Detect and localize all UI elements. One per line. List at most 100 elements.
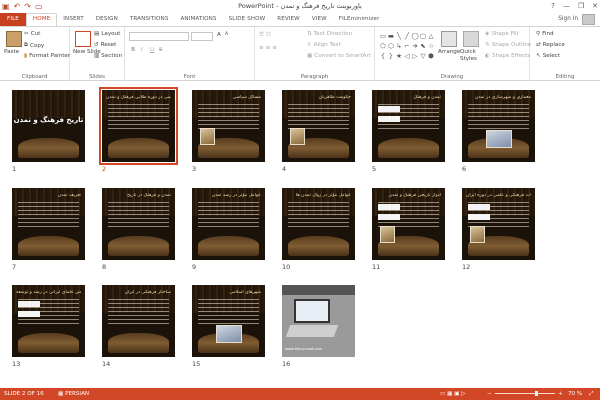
bullets-button[interactable]: ☰ ☷ [259, 32, 271, 38]
slide-thumbnail[interactable]: شهرهای اسلامی [192, 285, 265, 357]
zoom-level[interactable]: 70 % [568, 388, 582, 400]
quick-styles-icon[interactable] [463, 31, 479, 47]
slide-thumbnail[interactable]: تحولات فرهنگی و علمی در دوره ایران [462, 188, 535, 260]
shape-option[interactable]: ▢ [419, 31, 427, 41]
convert-smartart-button[interactable]: ▦ Convert to SmartArt [307, 53, 371, 59]
underline-button[interactable]: U [150, 47, 154, 53]
format-painter-button[interactable]: ▮ Format Painter [24, 53, 70, 59]
shape-option[interactable]: ▷ [411, 51, 419, 61]
shape-option[interactable]: ▽ [419, 51, 427, 61]
slide-thumbnail[interactable]: معماری و شهرسازی در تمدن [462, 90, 535, 162]
tab-file[interactable]: FILE [0, 13, 26, 26]
shape-fill-button[interactable]: ◈ Shape Fill [485, 31, 518, 37]
tab-animations[interactable]: ANIMATIONS [174, 13, 222, 26]
copy-button[interactable]: ⧉ Copy [24, 42, 44, 49]
slide-thumbnail[interactable]: ساختار فرهنگی در ایران [102, 285, 175, 357]
slide-thumbnail[interactable]: عوامل مؤثر در رشد تمدن [192, 188, 265, 260]
slide-thumbnail[interactable]: تعريف تمدن [12, 188, 85, 260]
language-indicator[interactable]: ▦ PERSIAN [58, 388, 89, 400]
reading-view-icon[interactable]: ▣ [454, 391, 459, 397]
slide-thumbnail[interactable]: www.filecyrasat.com [282, 285, 355, 357]
shape-option[interactable]: ⬉ [419, 41, 427, 51]
find-button[interactable]: ⚲ Find [536, 31, 554, 37]
slide-thumbnail[interactable]: تاريخ فرهنگ و تمدن [12, 90, 85, 162]
cut-button[interactable]: ✂ Cut [24, 31, 40, 37]
fit-to-window-icon[interactable]: ⤢ [589, 388, 593, 400]
align-text-button[interactable]: ⇳ Align Text [307, 42, 341, 48]
shapes-gallery[interactable]: ▭ ▬ ╲ ╱ ◯ ▢ △ ⬠ ⬡ ↳ ⌐ ➔ ⬉ ☆ {} ★ ◁ ▷ ▽ ⬢ [379, 31, 435, 61]
tab-fileminimizer[interactable]: FILEminimizer [333, 13, 386, 26]
zoom-slider-thumb[interactable] [535, 391, 538, 396]
strikethrough-button[interactable]: S [159, 47, 163, 53]
italic-button[interactable]: I [141, 47, 143, 53]
shape-option[interactable]: ╱ [403, 31, 411, 41]
zoom-out-button[interactable]: − [487, 388, 492, 400]
arrange-icon[interactable] [441, 31, 457, 47]
shape-option[interactable]: ⬠ [379, 41, 387, 51]
shape-option[interactable]: ⬡ [387, 41, 395, 51]
view-buttons[interactable]: ▭ ▦ ▣ ▷ [440, 388, 466, 400]
zoom-in-button[interactable]: + [558, 388, 563, 400]
slide-thumbnail[interactable]: نقش علمای ایرانی در رشد و توسعه [12, 285, 85, 357]
shape-option[interactable]: { [379, 51, 387, 61]
tab-home[interactable]: HOME [25, 13, 58, 26]
reset-button[interactable]: ↺ Reset [94, 42, 116, 48]
shape-option[interactable]: ◯ [411, 31, 419, 41]
grow-font-button[interactable]: A [217, 32, 221, 38]
copy-icon: ⧉ [24, 42, 28, 48]
slide-thumbnail[interactable]: مشخصات علمی در دوره طلایی فرهنگ و تمدن [99, 87, 178, 165]
shape-option[interactable]: △ [427, 31, 435, 41]
shape-option[interactable]: } [387, 51, 395, 61]
align-buttons[interactable]: ≡ ≡ ≡ [259, 45, 277, 51]
shape-option[interactable]: ╲ [395, 31, 403, 41]
replace-button[interactable]: ⇄ Replace [536, 42, 565, 48]
shape-option[interactable]: ◁ [403, 51, 411, 61]
sign-in-link[interactable]: Sign in [558, 16, 578, 22]
minimize-button[interactable]: — [563, 0, 570, 12]
avatar[interactable] [582, 14, 595, 25]
shape-option[interactable]: ⌐ [403, 41, 411, 51]
shape-outline-button[interactable]: ✎ Shape Outline [485, 42, 531, 48]
layout-button[interactable]: ▤ Layout [94, 31, 120, 37]
arrange-button[interactable]: Arrange [438, 49, 460, 55]
tab-review[interactable]: REVIEW [271, 13, 306, 26]
tab-slide-show[interactable]: SLIDE SHOW [223, 13, 272, 26]
maximize-button[interactable]: ❐ [578, 0, 584, 12]
new-slide-icon[interactable] [75, 31, 91, 47]
normal-view-icon[interactable]: ▭ [440, 391, 445, 397]
shape-option[interactable]: ➔ [411, 41, 419, 51]
shape-option[interactable]: ☆ [427, 41, 435, 51]
slide-thumbnail[interactable]: حکومت طاهریان [282, 90, 355, 162]
zoom-slider[interactable] [495, 391, 555, 396]
quick-styles-button[interactable]: Quick Styles [460, 49, 482, 63]
tab-transitions[interactable]: TRANSITIONS [124, 13, 175, 26]
shrink-font-button[interactable]: A [225, 32, 228, 37]
slide-thumbnail[interactable]: مسائل سیاسی [192, 90, 265, 162]
shape-option[interactable]: ★ [395, 51, 403, 61]
font-size-field[interactable] [191, 32, 213, 41]
paste-button[interactable]: Paste [4, 49, 19, 55]
section-button[interactable]: ▥ Section [94, 53, 122, 59]
slide-thumbnail[interactable]: تمدن و فرهنگ [372, 90, 445, 162]
sorter-view-icon[interactable]: ▦ [447, 391, 452, 397]
select-button[interactable]: ↖ Select [536, 53, 560, 59]
paste-icon[interactable] [6, 31, 22, 47]
help-button[interactable]: ? [551, 0, 555, 12]
shape-option[interactable]: ▬ [387, 31, 395, 41]
text-direction-button[interactable]: ⇅ Text Direction [307, 31, 352, 37]
shape-effects-button[interactable]: ◐ Shape Effects [485, 53, 530, 59]
slide-callout-box [378, 116, 400, 122]
font-name-field[interactable] [129, 32, 189, 41]
slideshow-view-icon[interactable]: ▷ [461, 391, 465, 397]
slide-thumbnail[interactable]: عوامل مؤثر در زوال تمدن ها [282, 188, 355, 260]
slide-thumbnail[interactable]: تمدن و فرهنگ در تاریخ [102, 188, 175, 260]
shape-option[interactable]: ▭ [379, 31, 387, 41]
tab-view[interactable]: VIEW [306, 13, 333, 26]
shape-option[interactable]: ↳ [395, 41, 403, 51]
shape-option[interactable]: ⬢ [427, 51, 435, 61]
close-button[interactable]: ✕ [592, 0, 598, 12]
slide-thumbnail[interactable]: ادوار تاریخی فرهنگ و تمدن [372, 188, 445, 260]
bold-button[interactable]: B [131, 47, 135, 53]
tab-insert[interactable]: INSERT [57, 13, 89, 26]
tab-design[interactable]: DESIGN [90, 13, 124, 26]
